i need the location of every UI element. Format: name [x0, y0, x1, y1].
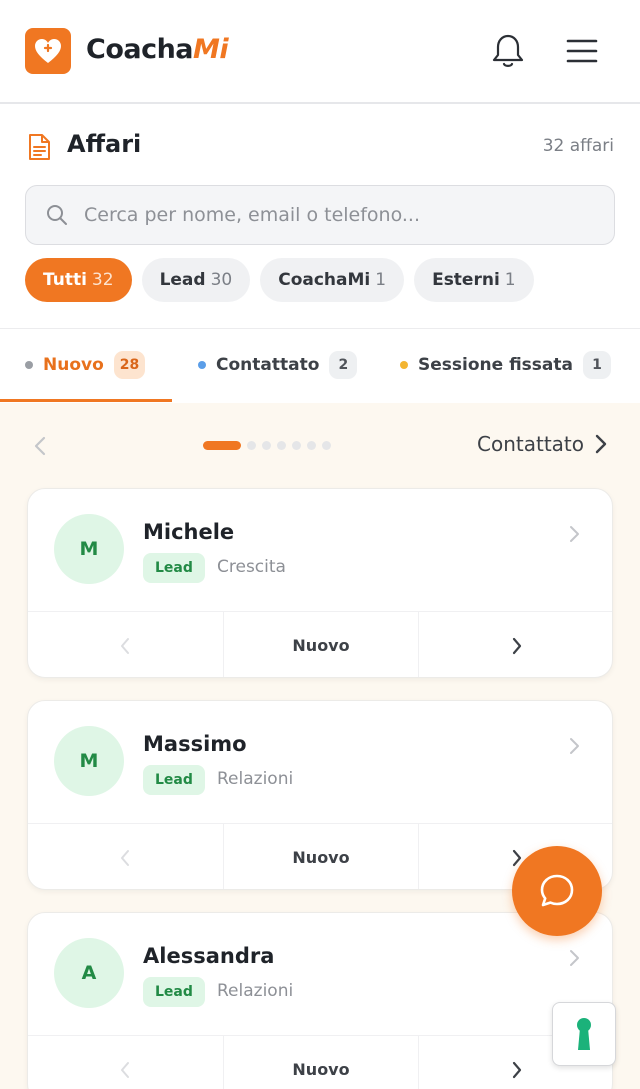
chevron-right-icon [512, 637, 521, 654]
stage-dot [198, 361, 206, 369]
tab-count-badge: 1 [582, 351, 611, 379]
next-stage-button[interactable]: Contattato [477, 432, 608, 456]
prev-stage-button[interactable] [28, 1036, 223, 1089]
chevron-left-icon [121, 1061, 130, 1078]
menu-button[interactable] [566, 38, 598, 64]
deal-category: Relazioni [217, 769, 294, 789]
chevron-right-icon [595, 434, 607, 454]
prev-stage-button[interactable] [28, 824, 223, 889]
chevron-right-icon[interactable] [566, 523, 582, 545]
chevron-left-icon [121, 849, 130, 866]
search-icon [47, 205, 67, 225]
lead-tag: Lead [143, 553, 205, 583]
prev-stage-button[interactable] [28, 612, 223, 677]
deal-card[interactable]: A Alessandra Lead Relazioni Nuovo [27, 912, 613, 1089]
pager-dot[interactable] [307, 441, 316, 450]
chevron-right-icon [512, 1061, 521, 1078]
filter-chip-lead[interactable]: Lead 30 [141, 258, 251, 302]
current-stage: Nuovo [222, 612, 419, 677]
logo[interactable] [25, 28, 71, 74]
stage-dot [400, 361, 408, 369]
search-input[interactable] [84, 186, 594, 243]
pager-dot[interactable] [203, 441, 241, 450]
keyhole-button[interactable] [552, 1002, 616, 1066]
stage-tabs: Nuovo 28 Contattato 2 Sessione fissata 1 [0, 329, 640, 403]
app-header: CoachaMi [0, 0, 640, 104]
deal-name: Massimo [143, 732, 247, 756]
chat-bubble-icon [540, 874, 574, 907]
filter-chips: Tutti 32 Lead 30 CoachaMi 1 Esterni 1 [25, 258, 534, 302]
filter-chip-esterni[interactable]: Esterni 1 [414, 258, 534, 302]
bell-icon [492, 34, 524, 67]
heart-logo-icon [35, 39, 61, 63]
tab-nuovo[interactable]: Nuovo 28 [25, 329, 146, 401]
deal-category: Crescita [217, 557, 286, 577]
active-tab-indicator [0, 399, 172, 402]
document-icon [29, 134, 50, 160]
chevron-right-icon[interactable] [566, 947, 582, 969]
pager-dot[interactable] [262, 441, 271, 450]
chat-button[interactable] [512, 846, 602, 936]
avatar: M [54, 514, 124, 584]
next-stage-card-button[interactable] [418, 612, 612, 677]
current-stage: Nuovo [222, 1036, 419, 1089]
pager-dot[interactable] [292, 441, 301, 450]
avatar: M [54, 726, 124, 796]
lead-tag: Lead [143, 765, 205, 795]
notifications-button[interactable] [490, 32, 526, 70]
stage-controls: Nuovo [28, 611, 612, 677]
brand-name: CoachaMi [86, 34, 229, 65]
tab-sessione-fissata[interactable]: Sessione fissata 1 [400, 329, 611, 401]
filter-chip-coachami[interactable]: CoachaMi 1 [260, 258, 405, 302]
deal-card[interactable]: M Michele Lead Crescita Nuovo [27, 488, 613, 678]
deal-category: Relazioni [217, 981, 294, 1001]
pipeline-board: Contattato M Michele Lead Crescita Nuovo… [0, 403, 640, 1089]
chevron-right-icon[interactable] [566, 735, 582, 757]
hamburger-menu-icon [566, 39, 598, 63]
stage-dot [25, 361, 33, 369]
current-stage: Nuovo [222, 824, 419, 889]
lead-tag: Lead [143, 977, 205, 1007]
pager-dot[interactable] [322, 441, 331, 450]
search-box[interactable] [25, 185, 615, 245]
keyhole-icon [577, 1018, 591, 1050]
tab-count-badge: 2 [329, 351, 358, 379]
stage-controls: Nuovo [28, 1035, 612, 1089]
tab-count-badge: 28 [113, 351, 146, 379]
pager-dot[interactable] [277, 441, 286, 450]
avatar: A [54, 938, 124, 1008]
tab-contattato[interactable]: Contattato 2 [198, 329, 358, 401]
pager-dots [203, 441, 331, 450]
chevron-left-icon [121, 637, 130, 654]
pager-dot[interactable] [247, 441, 256, 450]
page-title: Affari [67, 130, 142, 158]
deal-name: Alessandra [143, 944, 275, 968]
deal-name: Michele [143, 520, 235, 544]
filter-chip-tutti[interactable]: Tutti 32 [25, 258, 132, 302]
deal-count: 32 affari [542, 136, 614, 156]
chevron-left-icon[interactable] [30, 433, 52, 459]
